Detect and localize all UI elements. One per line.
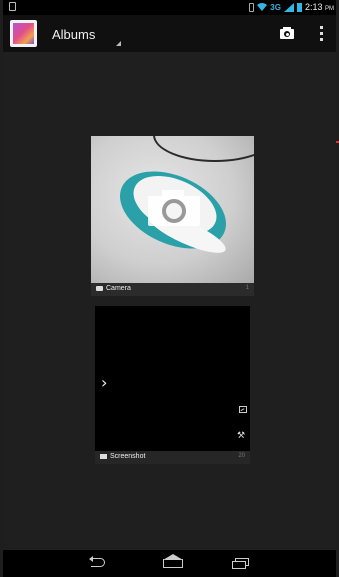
gallery-screen: 3G 2:13 PM Albums Camera 1 › ⚒ Screensho… <box>3 0 339 577</box>
album-label-bar: Camera 1 <box>91 283 254 296</box>
albums-title: Albums <box>52 27 96 42</box>
albums-view-spinner[interactable]: Albums <box>43 19 123 49</box>
album-grid: Camera 1 › ⚒ Screenshot 20 <box>3 52 336 550</box>
notification-icon <box>9 2 16 11</box>
status-bar: 3G 2:13 PM <box>3 0 336 15</box>
signal-icon <box>283 2 294 12</box>
clock-ampm: PM <box>325 6 334 12</box>
clock-time: 2:13 <box>304 2 323 12</box>
network-type: 3G <box>270 2 281 12</box>
album-screenshot[interactable]: › ⚒ Screenshot 20 <box>91 306 254 468</box>
photo-icon <box>239 406 247 413</box>
home-icon[interactable] <box>163 559 183 568</box>
album-thumbnail[interactable]: › ⚒ <box>95 306 250 451</box>
chevron-right-icon: › <box>101 373 108 392</box>
camera-overlay-icon <box>148 188 200 226</box>
back-icon[interactable] <box>89 556 107 569</box>
album-count: 20 <box>238 453 245 459</box>
gallery-app-icon[interactable] <box>10 20 37 47</box>
wifi-icon <box>257 3 268 11</box>
album-count: 1 <box>245 285 249 291</box>
camera-icon[interactable] <box>277 25 297 43</box>
album-name: Screenshot <box>110 453 146 460</box>
action-bar: Albums <box>3 15 336 52</box>
album-thumbnail[interactable] <box>91 136 254 283</box>
tools-icon: ⚒ <box>237 431 246 441</box>
navigation-bar <box>3 550 336 577</box>
recent-apps-icon[interactable] <box>232 558 249 569</box>
status-icons: 3G 2:13 PM <box>249 2 334 12</box>
spinner-triangle-icon <box>116 41 121 46</box>
album-name: Camera <box>106 285 131 292</box>
vibrate-icon <box>249 2 255 12</box>
folder-icon <box>100 454 107 459</box>
overflow-menu-icon[interactable] <box>319 25 325 43</box>
album-camera[interactable]: Camera 1 <box>91 136 254 302</box>
battery-icon <box>296 2 302 12</box>
album-label-bar: Screenshot 20 <box>95 451 250 464</box>
camera-icon <box>96 286 103 291</box>
